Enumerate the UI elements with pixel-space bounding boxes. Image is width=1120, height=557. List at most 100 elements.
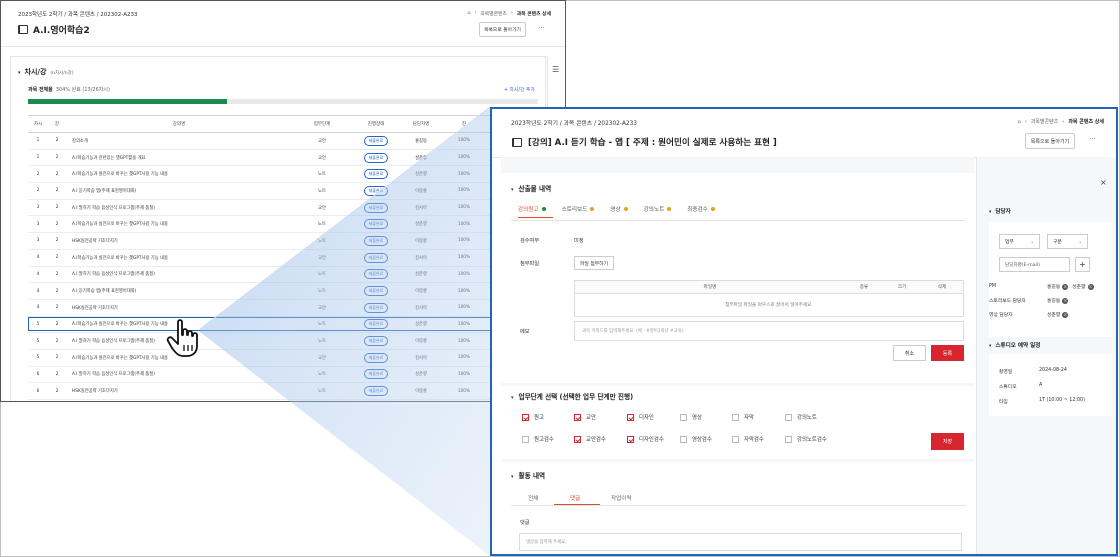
stage-heading[interactable]: ▾ 업무단계 선택 (선택한 업무 단계만 진행) — [511, 391, 633, 401]
table-row[interactable]: 4 2 A.I 듣기학습 앱(주제 표현영어대화) 노트 제출완료 이몽룡 100% — [28, 282, 538, 300]
cell-gang: 2 — [48, 199, 66, 217]
nav-item[interactable]: 과목별콘텐츠 — [480, 10, 506, 17]
manager-input[interactable]: 담당자명(E-mail) — [999, 257, 1070, 272]
stage-checkbox[interactable]: 강의노트 — [785, 413, 817, 421]
cell-chasi: 4 — [28, 249, 48, 267]
table-row[interactable]: 3 2 HSK실전공략 기초다지기 노트 제출완료 이몽룡 100% — [28, 232, 538, 250]
chevron-down-icon: ⌄ — [1030, 239, 1034, 244]
status-badge: 제출완료 — [363, 202, 389, 213]
cell-stage: 노트 — [292, 266, 352, 284]
cell-name[interactable]: A.I 말하기 학습 음성인식 프로그램(주제 품질) — [66, 199, 292, 217]
table-row[interactable]: 4 2 HSK실전공략 기초다지기 교안 제출완료 김서아 100% — [28, 299, 538, 317]
cell-owner: 성춘향 — [400, 165, 442, 184]
table-row[interactable]: 1 2 강의소개 교안 제출완료 홍길동 100% — [28, 132, 538, 150]
remove-icon: × — [1062, 297, 1069, 304]
task-select[interactable]: 업무 ⌄ — [999, 234, 1040, 249]
cell-chasi: 6 — [28, 366, 48, 384]
cell-name[interactable]: HSK실전공략 기초다지기 — [66, 299, 292, 317]
output-tab[interactable]: 강의원고 — [518, 205, 553, 218]
cell-name[interactable]: A.I 말하기 학습 음성인식 프로그램(주제 품질) — [66, 266, 292, 284]
stage-checkbox[interactable]: 자막 — [732, 413, 754, 421]
stage-checkbox[interactable]: 강의노트검수 — [785, 435, 827, 443]
tab-history[interactable]: 작업이력 — [611, 494, 632, 502]
cancel-button[interactable]: 취소 — [893, 345, 926, 361]
cell-percent: 100% — [442, 349, 486, 367]
table-row[interactable]: 4 2 A.I 말하기 학습 음성인식 프로그램(주제 품질) 노트 제출완료 성춘향 10… — [28, 266, 538, 284]
manager-chip[interactable]: 홍길동 × — [1047, 283, 1069, 290]
attach-file-button[interactable]: 파일 첨부하기 — [574, 256, 614, 270]
stage-checkbox[interactable]: 원고검수 — [522, 435, 554, 443]
stage-checkbox[interactable]: 교안 — [574, 413, 596, 421]
add-chasi-button[interactable]: + 차시/강 추가 — [504, 86, 535, 93]
register-button[interactable]: 등록 — [931, 345, 964, 361]
cell-stage: 교안 — [292, 132, 352, 150]
cell-name[interactable]: HSK실전공략 기초다지기 — [66, 232, 292, 250]
output-tab[interactable]: 스토리보드 — [562, 205, 602, 218]
stage-checkbox[interactable]: 영상검수 — [680, 435, 712, 443]
activity-heading[interactable]: ▾ 활동 내역 — [511, 470, 545, 480]
manager-chip[interactable]: 성춘향 × — [1072, 283, 1094, 290]
cell-name[interactable]: A.I 듣기학습 앱(주제 표현영어대화) — [66, 182, 292, 200]
table-row[interactable]: 4 2 A.I학습기능과 실전으로 바꾸는 챗GPT사용 기능 내용 교안 제출완료 김서… — [28, 249, 538, 267]
manager-chip[interactable]: 홍길동 × — [1047, 297, 1069, 304]
tab-comments[interactable]: 댓글 — [570, 494, 580, 502]
file-table[interactable]: 파일명 종류 크기 삭제 첨부파일 파일을 마우스로 끌어서 넣어주세요. — [574, 280, 964, 317]
home-icon[interactable]: ⌂ — [467, 11, 470, 16]
tab-all[interactable]: 전체 — [528, 494, 538, 502]
comment-input[interactable]: 댓글을 입력해 주세요. — [519, 533, 962, 551]
table-row[interactable]: 5 2 A.I 말하기 학습 음성인식 프로그램(주제 품질) 노트 제출완료 이몽룡 10… — [28, 332, 538, 350]
table-row[interactable]: 1 2 A.I학습기능과 관련있는 챗GPT활용 개요 교안 제출완료 성춘향 100% — [28, 149, 538, 167]
cell-name[interactable]: A.I학습기능과 실전으로 바꾸는 챗GPT사용 기능 내용 — [66, 249, 292, 267]
memo-input[interactable]: 과목 키워드를 입력해주세요. (예 : #영어1학년 #교육) — [574, 321, 964, 341]
studio-heading[interactable]: ▾ 스튜디오 예약 일정 — [989, 341, 1040, 349]
cell-stage: 노트 — [292, 182, 352, 200]
manager-row: PM 홍길동 × 성춘향 × — [989, 283, 1094, 290]
back-to-list-button[interactable]: 목록으로 돌아가기 — [479, 22, 526, 37]
add-manager-button[interactable]: + — [1075, 257, 1090, 272]
cell-name[interactable]: A.I 말하기 학습 음성인식 프로그램(주제 품질) — [66, 366, 292, 384]
more-icon[interactable]: ··· — [538, 24, 545, 32]
nav-item[interactable]: 과목별콘텐츠 — [1031, 118, 1059, 125]
cell-name[interactable]: A.I학습기능과 관련있는 챗GPT활용 개요 — [66, 149, 292, 167]
stage-checkbox[interactable]: 교안검수 — [574, 435, 606, 443]
output-tab[interactable]: 영상 — [610, 205, 634, 218]
save-button[interactable]: 저장 — [931, 433, 964, 450]
cell-name[interactable]: A.I학습기능과 실전으로 바꾸는 챗GPT사용 기능 내용 — [66, 215, 292, 234]
table-row[interactable]: 6 2 A.I 말하기 학습 음성인식 프로그램(주제 품질) 노트 제출완료 성춘향 10… — [28, 366, 538, 384]
cell-name[interactable]: A.I학습기능과 실전으로 바꾸는 챗GPT사용 기능 내용 — [66, 165, 292, 184]
stage-checkbox[interactable]: 디자인검수 — [627, 435, 664, 443]
output-heading[interactable]: ▾ 산출물 내역 — [511, 183, 551, 193]
more-icon[interactable]: ··· — [1089, 135, 1096, 143]
table-row[interactable]: 3 2 A.I학습기능과 실전으로 바꾸는 챗GPT사용 기능 내용 노트 제출완료 성춘… — [28, 215, 538, 234]
menu-icon[interactable]: ☰ — [552, 65, 559, 74]
home-icon[interactable]: ⌂ — [1018, 119, 1021, 125]
type-select[interactable]: 구분 ⌄ — [1047, 234, 1088, 249]
close-icon[interactable]: × — [1100, 178, 1107, 187]
cell-stage: 교안 — [292, 249, 352, 267]
cell-stage: 노트 — [292, 366, 352, 384]
back-to-list-button[interactable]: 목록으로 돌아가기 — [1025, 133, 1075, 149]
output-tab[interactable]: 최종검수 — [687, 205, 722, 218]
manager-heading[interactable]: ▾ 담당자 — [989, 207, 1011, 215]
studio-key: 스튜디오 — [999, 385, 1017, 390]
table-row[interactable]: 5 2 A.I학습기능과 실전으로 바꾸는 챗GPT사용 기능 내용 교안 제출완료 김서… — [28, 349, 538, 367]
stage-checkbox[interactable]: 디자인 — [627, 413, 654, 421]
manager-chip[interactable]: 성춘향 × — [1047, 311, 1069, 318]
section-title: ▾ 차시/강 (n차시/n강) — [18, 68, 74, 76]
table-row[interactable]: 3 2 A.I 말하기 학습 음성인식 프로그램(주제 품질) 교안 제출완료 김서아 10… — [28, 199, 538, 217]
stage-checkbox[interactable]: 원고 — [522, 413, 544, 421]
table-row[interactable]: 2 2 A.I학습기능과 실전으로 바꾸는 챗GPT사용 기능 내용 노트 제출완료 성춘… — [28, 165, 538, 184]
cell-name[interactable]: HSK실전공략 기초다지기 — [66, 382, 292, 400]
stage-checkbox[interactable]: 영상 — [680, 413, 702, 421]
checkbox-icon — [627, 413, 634, 421]
col-gang: 강 — [48, 115, 66, 133]
table-row[interactable]: 6 2 HSK실전공략 기초다지기 노트 제출완료 이몽룡 100% — [28, 382, 538, 400]
table-row[interactable]: 2 2 A.I 듣기학습 앱(주제 표현영어대화) 노트 제출완료 이몽룡 100% — [28, 182, 538, 200]
cell-name[interactable]: A.I 듣기학습 앱(주제 표현영어대화) — [66, 282, 292, 300]
output-tab[interactable]: 강의노트 — [644, 205, 679, 218]
stage-checkbox[interactable]: 자막검수 — [732, 435, 764, 443]
memo-label: 메모 — [520, 329, 530, 335]
cell-owner: 김서아 — [400, 249, 442, 267]
cell-name[interactable]: 강의소개 — [66, 132, 292, 150]
file-dropzone[interactable]: 첨부파일 파일을 마우스로 끌어서 넣어주세요. — [575, 294, 963, 316]
